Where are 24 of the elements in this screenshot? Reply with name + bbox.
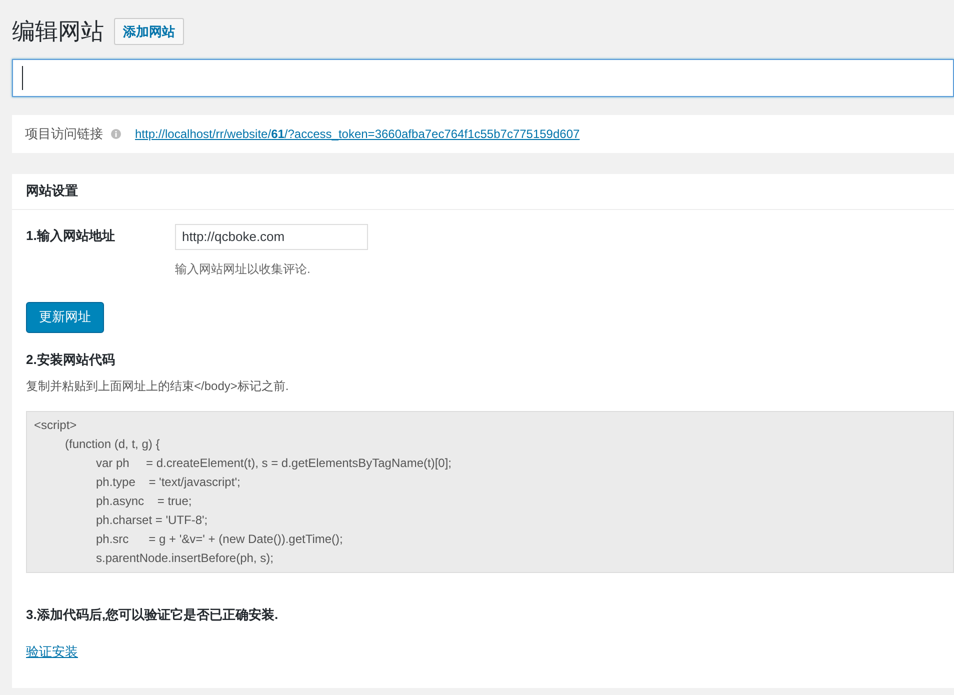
update-url-button[interactable]: 更新网址 bbox=[26, 302, 104, 332]
code-line: var ph = d.createElement(t), s = d.getElementsByTagName(t)[0]; bbox=[96, 455, 452, 472]
field-hint: 输入网站网址以收集评论. bbox=[175, 260, 312, 278]
code-line: ph.src = g + '&v=' + (new Date()).getTime(); bbox=[96, 531, 343, 548]
title-input-field[interactable] bbox=[12, 58, 954, 96]
add-site-button[interactable]: 添加网站 bbox=[114, 18, 184, 45]
code-line: (function (d, t, g) { bbox=[65, 436, 160, 453]
info-icon bbox=[111, 128, 121, 138]
section-heading: 网站设置 bbox=[26, 182, 78, 200]
access-link[interactable]: http://localhost/rr/website/61/?access_token=3660afba7ec764f1c55b7c775159d607 bbox=[135, 124, 580, 142]
page-title: 编辑网站 bbox=[12, 17, 104, 46]
step-label: 2.安装网站代码 bbox=[26, 350, 116, 368]
code-line: ph.async = true; bbox=[96, 493, 192, 510]
step-label: 3.添加代码后,您可以验证它是否已正确安装. bbox=[26, 606, 280, 624]
code-line: <script> bbox=[34, 417, 77, 434]
field-label: 项目访问链接 bbox=[25, 124, 103, 143]
text-cursor-icon bbox=[22, 66, 23, 90]
step-label: 1.输入网站地址 bbox=[26, 226, 116, 244]
code-line: ph.charset = 'UTF-8'; bbox=[96, 512, 208, 529]
code-line: ph.type = 'text/javascript'; bbox=[96, 474, 240, 491]
verify-link[interactable]: 验证安装 bbox=[26, 642, 78, 661]
url-input-field[interactable]: http://qcboke.com bbox=[175, 224, 368, 250]
step-description: 复制并粘贴到上面网址上的结束</body>标记之前. bbox=[26, 378, 290, 395]
code-line: s.parentNode.insertBefore(ph, s); bbox=[96, 550, 274, 567]
